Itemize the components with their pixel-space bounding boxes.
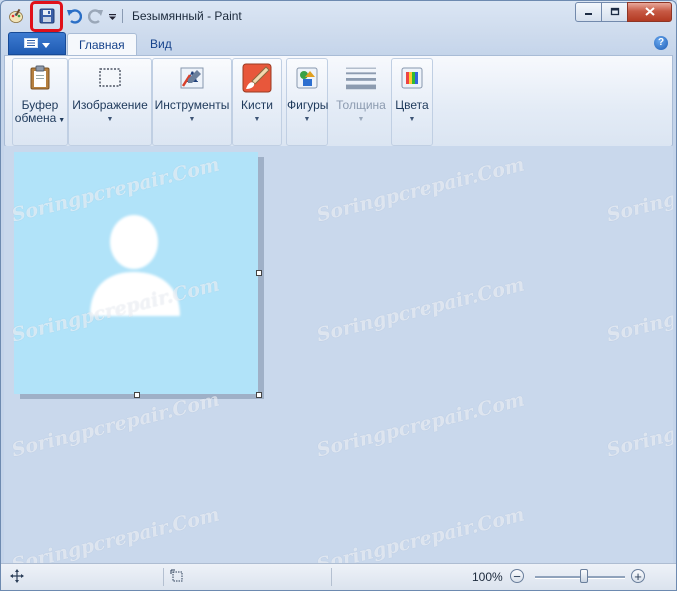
shapes-icon	[292, 63, 322, 93]
group-clipboard[interactable]: Буфер обмена ▼	[12, 58, 68, 146]
status-separator	[331, 568, 332, 586]
group-colors[interactable]: Цвета ▼	[391, 58, 433, 146]
ribbon-panel: Буферобмена ▼ Изображение ▼ A Инструмент…	[4, 55, 673, 147]
customize-dropdown-icon[interactable]	[107, 7, 117, 25]
canvas-workspace[interactable]: Soringpcrepair.Com Soringpcrepair.Com So…	[4, 146, 673, 564]
selection-size-icon	[170, 569, 184, 583]
user-avatar-figure	[90, 215, 180, 316]
line-width-dropdown-icon: ▼	[357, 116, 365, 123]
resize-handle-corner[interactable]	[256, 392, 262, 398]
watermark-text: Soringpcrepair.Com	[604, 153, 673, 227]
cursor-position-icon	[10, 569, 24, 583]
title-bar: Безымянный - Paint	[1, 1, 676, 32]
redo-icon[interactable]	[87, 7, 105, 25]
shapes-dropdown-icon: ▼	[303, 116, 311, 123]
group-label-brushes: Кисти	[241, 98, 273, 112]
resize-handle-right[interactable]	[256, 270, 262, 276]
file-menu-button[interactable]	[8, 32, 66, 55]
group-label-clipboard: Буфер обмена ▼	[14, 98, 66, 125]
drawing-canvas[interactable]	[14, 152, 258, 394]
tab-home[interactable]: Главная	[67, 33, 137, 56]
status-bar: 100% − +	[1, 563, 676, 590]
tools-dropdown-icon: ▼	[188, 116, 196, 123]
colors-icon	[397, 63, 427, 93]
group-tools[interactable]: A Инструменты ▼	[152, 58, 232, 146]
maximize-button[interactable]	[601, 2, 628, 22]
brush-icon	[242, 63, 272, 93]
paint-app-icon[interactable]	[7, 7, 25, 25]
paint-window: Безымянный - Paint Главная Вид ? Буфер о…	[0, 0, 677, 591]
resize-handle-bottom[interactable]	[134, 392, 140, 398]
group-line-width: Толщина ▼	[330, 58, 392, 146]
group-brushes[interactable]: Кисти ▼	[232, 58, 282, 146]
group-label-tools: Инструменты	[154, 98, 230, 112]
zoom-out-button[interactable]: −	[510, 569, 524, 583]
watermark-text: Soringpcrepair.Com	[604, 273, 673, 347]
file-menu-arrow-icon	[42, 37, 50, 51]
brushes-dropdown-icon: ▼	[253, 116, 261, 123]
colors-dropdown-icon: ▼	[408, 116, 416, 123]
line-width-icon	[346, 63, 376, 93]
watermark-text: Soringpcrepair.Com	[314, 273, 527, 347]
group-image[interactable]: Изображение ▼	[68, 58, 152, 146]
group-shapes[interactable]: Фигуры ▼	[286, 58, 328, 146]
group-label-image: Изображение	[72, 98, 148, 112]
close-button[interactable]	[627, 2, 672, 22]
zoom-level: 100%	[472, 570, 503, 584]
undo-icon[interactable]	[65, 7, 83, 25]
watermark-text: Soringpcrepair.Com	[314, 503, 527, 564]
ribbon-tabs: Главная Вид ?	[1, 31, 676, 56]
group-label-shapes: Фигуры	[287, 98, 329, 112]
image-dropdown-icon: ▼	[106, 116, 114, 123]
status-separator	[163, 568, 164, 586]
tools-icon: A	[177, 63, 207, 93]
title-separator	[122, 9, 123, 23]
zoom-in-button[interactable]: +	[631, 569, 645, 583]
watermark-text: Soringpcrepair.Com	[314, 153, 527, 227]
close-icon	[644, 5, 655, 19]
watermark-text: Soringpcrepair.Com	[604, 388, 673, 462]
file-menu-icon	[24, 37, 38, 51]
watermark-text: Soringpcrepair.Com	[9, 503, 222, 564]
window-controls	[575, 2, 672, 22]
select-icon	[95, 63, 125, 93]
maximize-icon	[610, 5, 620, 19]
zoom-slider-thumb[interactable]	[580, 569, 588, 583]
group-label-colors: Цвета	[395, 98, 429, 112]
watermark-text: Soringpcrepair.Com	[9, 388, 222, 462]
help-icon[interactable]: ?	[654, 36, 668, 50]
group-label-line-width: Толщина	[336, 98, 386, 112]
minimize-icon	[584, 5, 593, 19]
minimize-button[interactable]	[575, 2, 602, 22]
clipboard-icon	[25, 63, 55, 93]
save-icon[interactable]	[37, 6, 57, 26]
tab-view[interactable]: Вид	[139, 33, 183, 55]
window-title: Безымянный - Paint	[132, 9, 242, 23]
watermark-text: Soringpcrepair.Com	[314, 388, 527, 462]
